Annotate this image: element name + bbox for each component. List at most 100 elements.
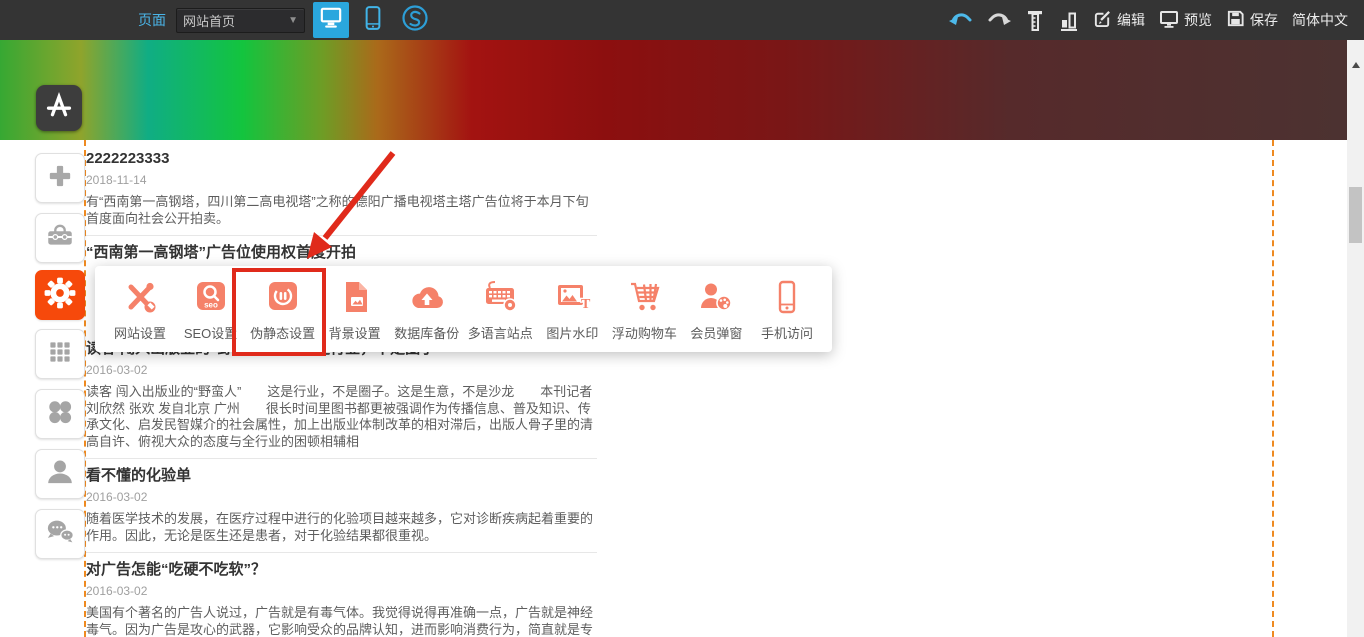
mobile-icon [363,4,383,37]
wrench-screwdriver-icon [120,277,160,320]
preview-button[interactable]: 预览 [1159,9,1212,32]
image-watermark-icon: T [552,277,592,320]
menu-item-mobile-access[interactable]: 手机访问 [756,277,818,342]
cloud-backup-icon [407,277,447,320]
article-date: 2016-03-02 [86,490,597,504]
desktop-icon [316,3,346,38]
menu-item-label: 会员弹窗 [690,323,742,342]
menu-item-image-watermark[interactable]: T 图片水印 [541,277,603,342]
menu-item-label: SEO设置 [184,323,237,342]
preview-label: 预览 [1184,10,1212,30]
member-palette-icon [696,277,736,320]
toolbox-icon [42,218,78,259]
menu-item-background-settings[interactable]: 背景设置 [324,277,386,342]
mobile-view-button[interactable] [355,2,391,38]
sidebar-item-app-logo[interactable] [36,85,82,131]
news-article: 看不懂的化验单 2016-03-02 随着医学技术的发展，在医疗过程中进行的化验… [86,467,597,553]
undo-button[interactable] [949,12,973,28]
menu-item-seo-settings[interactable]: seo SEO设置 [180,277,242,342]
grid-icon [43,335,77,374]
sidebar-item-add[interactable] [35,153,85,203]
edit-pencil-icon [1093,9,1112,31]
menu-item-label: 数据库备份 [394,323,459,342]
menu-item-label: 网站设置 [114,323,166,342]
keyboard-gear-icon [480,277,520,320]
chat-bubbles-icon [42,514,78,555]
plus-icon [42,158,78,199]
news-list: 2222223333 2018-11-14 有“西南第一高钢塔，四川第二高电视塔… [86,140,597,637]
article-summary: 读客 闯入出版业的“野蛮人” 这是行业，不是圈子。这是生意，不是沙龙 本刊记者 … [86,384,597,450]
settings-popup-menu: 网站设置 seo SEO设置 伪静态设置 背景设置 数据库备份 [95,266,832,352]
menu-item-label: 多语言站点 [468,323,533,342]
scrollbar-thumb[interactable] [1349,187,1362,243]
menu-item-database-backup[interactable]: 数据库备份 [394,277,459,342]
sidebar-item-message[interactable] [35,509,85,559]
gear-icon [40,273,80,318]
article-title[interactable]: “西南第一高钢塔”广告位使用权首度开拍 [86,244,597,262]
desktop-view-button[interactable] [313,2,349,38]
sidebar-item-settings[interactable] [35,270,85,320]
site-banner [0,40,1347,140]
edit-label: 编辑 [1117,10,1145,30]
pseudo-static-icon [263,277,303,320]
menu-item-label: 背景设置 [329,323,381,342]
sidebar-item-member[interactable] [35,449,85,499]
page-select[interactable]: 网站首页 ▼ [176,8,305,33]
menu-item-label: 伪静态设置 [250,323,315,342]
shopping-cart-icon [624,277,664,320]
svg-text:seo: seo [204,300,218,309]
sidebar-item-grid[interactable] [35,329,85,379]
person-icon [43,455,77,494]
page-label: 页面 [138,10,166,30]
topbar: 页面 网站首页 ▼ [0,0,1364,40]
mobile-phone-icon [767,277,807,320]
article-title[interactable]: 对广告怎能“吃硬不吃软”？ [86,561,597,579]
clover-blocks-icon [43,395,77,434]
app-store-icon [39,86,79,131]
menu-item-multilanguage-site[interactable]: 多语言站点 [468,277,533,342]
article-summary: 随着医学技术的发展，在医疗过程中进行的化验项目越来越多，它对诊断疾病起着重要的作… [86,511,597,544]
page-select-value: 网站首页 [183,11,235,30]
menu-item-pseudo-static-settings[interactable]: 伪静态设置 [250,277,315,342]
topbar-right-group: 编辑 预览 保存 简体中文 [949,9,1348,32]
redo-button[interactable] [987,12,1011,28]
news-article: 2222223333 2018-11-14 有“西南第一高钢塔，四川第二高电视塔… [86,150,597,236]
preview-monitor-icon [1159,9,1179,32]
scrollbar-track[interactable] [1347,40,1364,637]
sidebar-item-toolbox[interactable] [35,213,85,263]
divider [86,458,597,459]
svg-text:T: T [581,297,591,312]
chevron-down-icon: ▼ [288,15,298,26]
link-icon [401,4,429,37]
article-summary: 美国有个著名的广告人说过，广告就是有毒气体。我觉得说得再准确一点，广告就是神经毒… [86,605,597,637]
menu-item-floating-cart[interactable]: 浮动购物车 [612,277,677,342]
article-date: 2016-03-02 [86,363,597,377]
ruler-button[interactable] [1025,10,1045,31]
menu-item-label: 手机访问 [761,323,813,342]
article-title[interactable]: 看不懂的化验单 [86,467,597,485]
menu-item-site-settings[interactable]: 网站设置 [109,277,171,342]
article-date: 2018-11-14 [86,173,597,187]
edit-button[interactable]: 编辑 [1093,9,1145,31]
menu-item-member-popup[interactable]: 会员弹窗 [685,277,747,342]
save-label: 保存 [1250,10,1278,30]
background-page-icon [335,277,375,320]
article-summary: 有“西南第一高钢塔，四川第二高电视塔”之称的德阳广播电视塔主塔广告位将于本月下旬… [86,194,597,227]
topbar-left-group: 页面 网站首页 ▼ [138,2,439,38]
seo-magnifier-icon: seo [191,277,231,320]
save-floppy-icon [1226,9,1245,31]
sidebar-item-components[interactable] [35,389,85,439]
menu-item-label: 图片水印 [546,323,598,342]
save-button[interactable]: 保存 [1226,9,1278,31]
article-title[interactable]: 2222223333 [86,150,597,168]
menu-item-label: 浮动购物车 [612,323,677,342]
news-article: 读客 闯入出版业的“野蛮人”——这是行业，不是圈子 2016-03-02 读客 … [86,340,597,459]
stats-chart-button[interactable] [1059,10,1079,31]
language-switch[interactable]: 简体中文 [1292,10,1348,30]
scroll-up-arrow-icon[interactable] [1352,62,1360,68]
article-date: 2016-03-02 [86,584,597,598]
divider [86,235,597,236]
divider [86,552,597,553]
news-article: 对广告怎能“吃硬不吃软”？ 2016-03-02 美国有个著名的广告人说过，广告… [86,561,597,637]
link-button[interactable] [397,2,433,38]
